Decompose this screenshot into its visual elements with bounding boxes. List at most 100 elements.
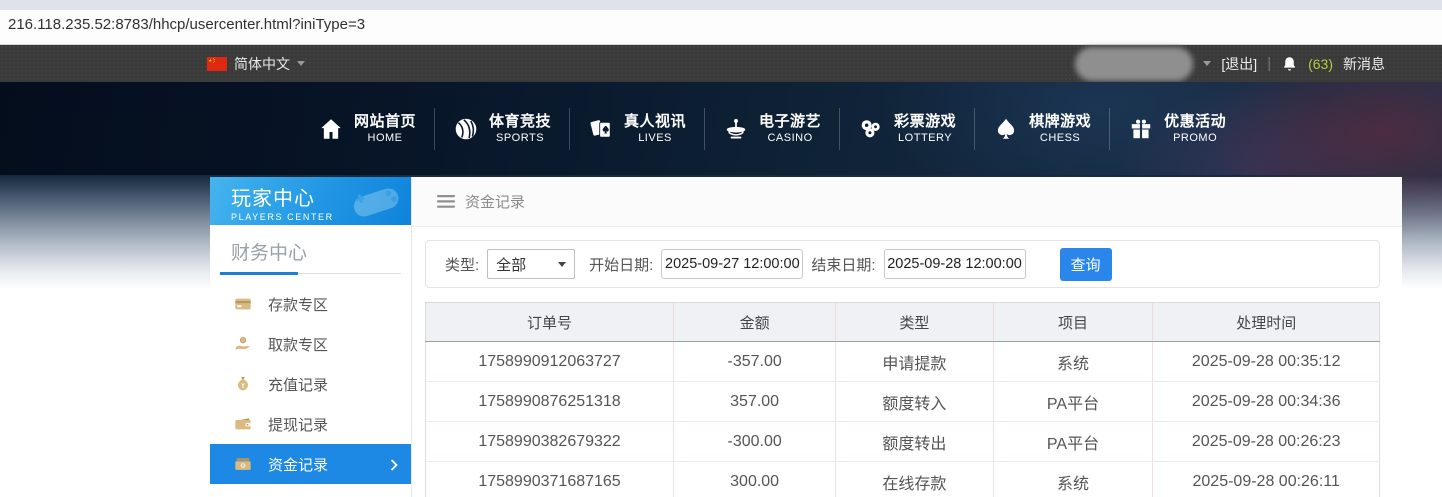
- breadcrumb-label: 资金记录: [465, 191, 525, 212]
- chevron-down-icon: [297, 61, 305, 66]
- type-select-value: 全部: [496, 254, 526, 275]
- home-icon: [318, 116, 344, 142]
- bell-icon[interactable]: [1281, 55, 1298, 73]
- table-row: 1758990382679322-300.00额度转出PA平台2025-09-2…: [426, 422, 1380, 462]
- nav-label-en: SPORTS: [496, 131, 544, 146]
- nav-label-en: HOME: [368, 131, 403, 146]
- nav-label-zh: 真人视讯: [624, 112, 686, 131]
- section-underline: [220, 273, 401, 274]
- table-cell: -300.00: [674, 422, 836, 462]
- main-panel: 资金记录 类型: 全部 开始日期: 结束日期: 查询 订单号金额类型项目处理时间…: [412, 177, 1402, 497]
- table-cell: 在线存款: [836, 462, 993, 497]
- hamburger-menu-icon: [437, 195, 455, 208]
- withdraw-hand-icon: [233, 335, 253, 353]
- nav-label-zh: 优惠活动: [1164, 112, 1226, 131]
- nav-item-casino[interactable]: 电子游艺CASINO: [705, 112, 839, 146]
- table-cell: 2025-09-28 00:35:12: [1153, 342, 1380, 382]
- fund-records-table: 订单号金额类型项目处理时间1758990912063727-357.00申请提款…: [425, 302, 1380, 497]
- sidebar-item-withdrawal-records[interactable]: 提现记录: [210, 404, 411, 444]
- sidebar-item-fund-records[interactable]: 资金记录: [210, 444, 411, 484]
- table-row: 1758990876251318357.00额度转入PA平台2025-09-28…: [426, 382, 1380, 422]
- browser-top-strip: [0, 0, 1442, 10]
- url-text[interactable]: 216.118.235.52:8783/hhcp/usercenter.html…: [8, 16, 365, 33]
- wallet-icon: [233, 415, 253, 433]
- language-selector[interactable]: 简体中文: [207, 45, 305, 82]
- logout-link[interactable]: [退出]: [1221, 54, 1257, 74]
- user-chevron-down-icon[interactable]: [1203, 61, 1211, 66]
- players-center-header: 玩家中心 PLAYERS CENTER: [210, 177, 411, 225]
- nav-label-zh: 棋牌游戏: [1029, 112, 1091, 131]
- sidebar-item-lottery-bet-details[interactable]: 彩票下注明细: [210, 484, 411, 497]
- topbar: 简体中文 [退出] | (63) 新消息: [0, 45, 1442, 82]
- column-header: 订单号: [426, 303, 674, 342]
- nav-item-home[interactable]: 网站首页HOME: [300, 112, 434, 146]
- cash-icon: [233, 455, 253, 473]
- nav-label-zh: 体育竞技: [489, 112, 551, 131]
- table-cell: 申请提款: [836, 342, 993, 382]
- table-cell: 额度转出: [836, 422, 993, 462]
- table-cell: -357.00: [674, 342, 836, 382]
- nav-items: 网站首页HOME体育竞技SPORTS真人视讯LIVES电子游艺CASINO彩票游…: [300, 82, 1244, 175]
- nav-label-en: PROMO: [1173, 131, 1217, 146]
- nav-label-en: CASINO: [767, 131, 812, 146]
- message-count[interactable]: (63): [1308, 56, 1333, 72]
- main-nav: 网站首页HOME体育竞技SPORTS真人视讯LIVES电子游艺CASINO彩票游…: [0, 82, 1442, 175]
- start-date-input[interactable]: [661, 249, 803, 279]
- table-header-row: 订单号金额类型项目处理时间: [426, 303, 1380, 342]
- table-cell: PA平台: [993, 422, 1153, 462]
- finance-center-label: 财务中心: [210, 225, 411, 273]
- search-button[interactable]: 查询: [1060, 248, 1112, 281]
- nav-item-lottery[interactable]: 彩票游戏LOTTERY: [840, 112, 974, 146]
- table-cell: 系统: [993, 342, 1153, 382]
- end-date-label: 结束日期:: [811, 254, 875, 275]
- sports-ball-icon: [453, 116, 479, 142]
- nav-label-zh: 彩票游戏: [894, 112, 956, 131]
- chevron-right-icon: [390, 458, 398, 475]
- table-cell: 1758990912063727: [426, 342, 674, 382]
- roulette-icon: [723, 116, 749, 142]
- sidebar-item-withdraw-zone[interactable]: 取款专区: [210, 324, 411, 364]
- nav-item-sports[interactable]: 体育竞技SPORTS: [435, 112, 569, 146]
- type-label: 类型:: [445, 254, 479, 275]
- screen: 216.118.235.52:8783/hhcp/usercenter.html…: [0, 0, 1442, 497]
- filter-bar: 类型: 全部 开始日期: 结束日期: 查询: [425, 240, 1380, 288]
- nav-item-chess[interactable]: 棋牌游戏CHESS: [975, 112, 1109, 146]
- table-cell: 1758990382679322: [426, 422, 674, 462]
- table-cell: PA平台: [993, 382, 1153, 422]
- sidebar-menu: 存款专区取款专区充值记录提现记录资金记录彩票下注明细: [210, 284, 411, 497]
- table-cell: 2025-09-28 00:34:36: [1153, 382, 1380, 422]
- sidebar-item-label: 存款专区: [268, 294, 328, 315]
- gift-icon: [1128, 116, 1154, 142]
- table-cell: 1758990371687165: [426, 462, 674, 497]
- table-row: 1758990912063727-357.00申请提款系统2025-09-28 …: [426, 342, 1380, 382]
- table-row: 1758990371687165300.00在线存款系统2025-09-28 0…: [426, 462, 1380, 497]
- topbar-separator: |: [1267, 55, 1271, 72]
- nav-label-en: LIVES: [638, 131, 672, 146]
- column-header: 处理时间: [1153, 303, 1380, 342]
- breadcrumb: 资金记录: [412, 177, 1402, 227]
- table-cell: 357.00: [674, 382, 836, 422]
- column-header: 金额: [674, 303, 836, 342]
- deposit-card-icon: [233, 295, 253, 313]
- nav-item-lives[interactable]: 真人视讯LIVES: [570, 112, 704, 146]
- sidebar-item-deposit-zone[interactable]: 存款专区: [210, 284, 411, 324]
- nav-item-promo[interactable]: 优惠活动PROMO: [1110, 112, 1244, 146]
- sidebar-item-label: 取款专区: [268, 334, 328, 355]
- table-cell: 额度转入: [836, 382, 993, 422]
- gamepad-icon: [345, 181, 407, 225]
- table-cell: 1758990876251318: [426, 382, 674, 422]
- sidebar-item-recharge-records[interactable]: 充值记录: [210, 364, 411, 404]
- browser-address-bar[interactable]: 216.118.235.52:8783/hhcp/usercenter.html…: [0, 0, 1442, 45]
- topbar-right: [退出] | (63) 新消息: [1075, 45, 1385, 82]
- sidebar-item-label: 提现记录: [268, 414, 328, 435]
- column-header: 类型: [836, 303, 993, 342]
- end-date-input[interactable]: [884, 249, 1026, 279]
- start-date-label: 开始日期:: [589, 254, 653, 275]
- sidebar-item-label: 资金记录: [268, 454, 328, 475]
- new-messages-link[interactable]: 新消息: [1343, 54, 1385, 74]
- type-select[interactable]: 全部: [487, 249, 575, 279]
- column-header: 项目: [993, 303, 1153, 342]
- moneybag-icon: [233, 375, 253, 393]
- language-label: 简体中文: [234, 54, 290, 74]
- sidebar-item-label: 彩票下注明细: [268, 494, 358, 497]
